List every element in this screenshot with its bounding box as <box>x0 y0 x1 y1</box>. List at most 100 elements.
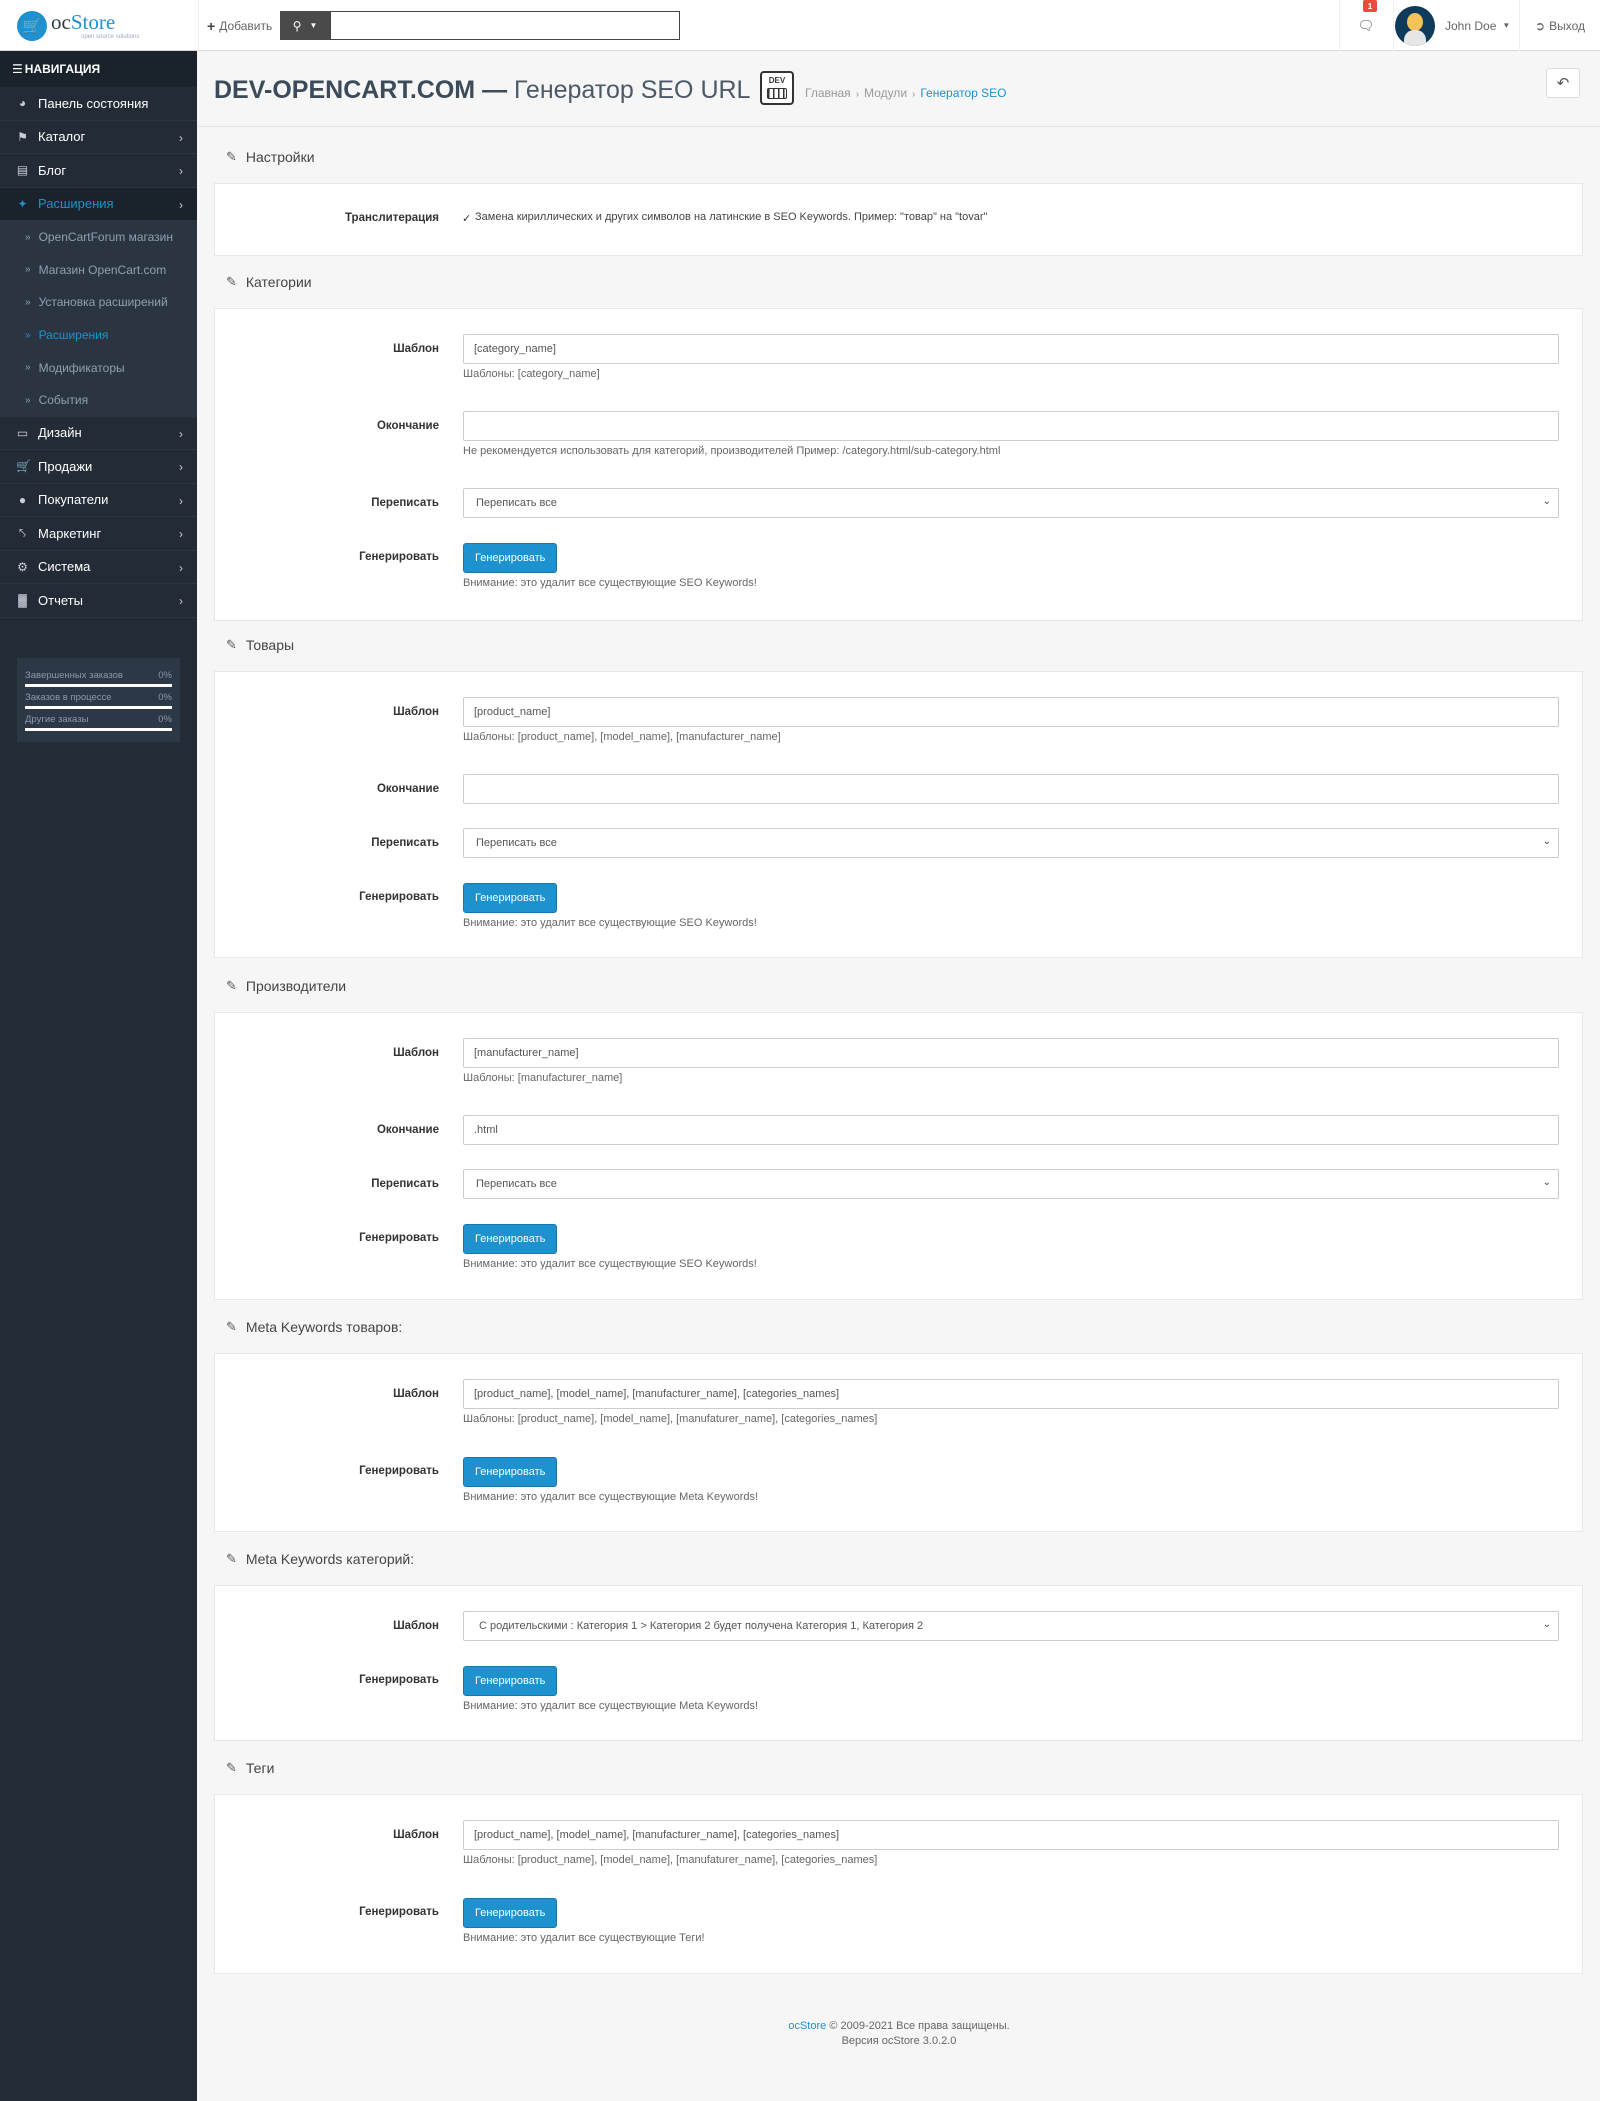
meta-categories-template-select[interactable]: С родительскими : Категория 1 > Категори… <box>463 1611 1559 1641</box>
sidebar-item-marketing[interactable]: ⤣ Маркетинг › <box>0 517 197 551</box>
category-rewrite-select[interactable]: Переписать все ⌄ <box>463 488 1559 518</box>
sidebar-item-system[interactable]: ⚙ Система › <box>0 551 197 585</box>
tags-template-input[interactable] <box>463 1820 1559 1850</box>
category-template-help: Шаблоны: [category_name] <box>463 368 600 380</box>
sidebar-subitem-installer[interactable]: » Установка расширений <box>0 286 197 319</box>
manufacturer-template-help: Шаблоны: [manufacturer_name] <box>463 1072 623 1084</box>
logo-store-text: Store <box>70 10 116 34</box>
sidebar-subitem-events[interactable]: » События <box>0 383 197 417</box>
chevron-right-icon: › <box>179 527 183 542</box>
chevron-right-icon: › <box>179 460 183 475</box>
chevron-right-icon: › <box>179 560 183 575</box>
chevron-right-icon: › <box>179 426 183 441</box>
logout-label: Выход <box>1549 18 1585 33</box>
caret-down-icon: ▼ <box>1502 21 1511 30</box>
search-type-button[interactable]: ⚲ ▼ <box>280 11 330 40</box>
manufacturers-panel: ✎ Производители Шаблон Шаблоны: [manufac… <box>214 960 1583 1300</box>
breadcrumb-home[interactable]: Главная <box>805 86 851 100</box>
page-header: DEV-OPENCART.COM — Генератор SEO URL DEV… <box>198 51 1600 127</box>
meta-products-template-help: Шаблоны: [product_name], [model_name], [… <box>463 1413 878 1425</box>
cart-logo-icon: 🛒 <box>17 11 47 41</box>
page-title-brand: DEV-OPENCART.COM — <box>214 76 508 104</box>
reply-icon: ↶ <box>1556 75 1570 92</box>
footer: ocStore © 2009-2021 Все права защищены. … <box>198 2019 1600 2049</box>
panel-title: Категории <box>245 274 312 290</box>
translit-checkbox[interactable]: ✓ <box>462 212 472 225</box>
angle-double-right-icon: » <box>25 231 31 243</box>
footer-brand-link[interactable]: ocStore <box>788 2020 826 2032</box>
logout-link[interactable]: ➲ Выход <box>1520 0 1600 51</box>
sidebar-item-catalog[interactable]: ⚑ Каталог › <box>0 121 197 154</box>
avatar <box>1395 5 1435 46</box>
logo[interactable]: 🛒 ocStore open source solutions <box>17 11 139 41</box>
category-template-input[interactable] <box>463 334 1559 364</box>
angle-double-right-icon: » <box>25 296 31 308</box>
meta-categories-generate-button[interactable]: Генерировать <box>463 1666 558 1696</box>
template-label: Шаблон <box>393 1047 439 1059</box>
sidebar-subitem-opencart-store[interactable]: » Магазин OpenCart.com <box>0 253 197 287</box>
tags-template-help: Шаблоны: [product_name], [model_name], [… <box>463 1854 878 1866</box>
nav-title[interactable]: ☰ НАВИГАЦИЯ <box>0 51 197 87</box>
sidebar-item-design[interactable]: ▭ Дизайн › <box>0 417 197 451</box>
stat-progress-bar <box>25 705 172 709</box>
meta-products-generate-button[interactable]: Генерировать <box>463 1457 558 1487</box>
manufacturer-generate-button[interactable]: Генерировать <box>463 1224 558 1254</box>
meta-products-panel: ✎ Meta Keywords товаров: Шаблон Шаблоны:… <box>214 1301 1583 1532</box>
dev-logo-text: DEV <box>768 76 786 85</box>
panel-title: Meta Keywords товаров: <box>245 1319 403 1335</box>
pencil-icon: ✎ <box>226 149 237 164</box>
search-input[interactable] <box>330 11 680 40</box>
add-button[interactable]: + Добавить <box>198 0 272 51</box>
sidebar-item-reports[interactable]: ▓ Отчеты › <box>0 584 197 618</box>
sidebar-item-dashboard[interactable]: ◕ Панель состояния <box>0 87 197 121</box>
category-generate-button[interactable]: Генерировать <box>463 543 558 573</box>
sidebar-item-customers[interactable]: ● Покупатели › <box>0 484 197 518</box>
manufacturer-rewrite-select[interactable]: Переписать все ⌄ <box>463 1169 1559 1199</box>
pencil-icon: ✎ <box>226 274 237 289</box>
product-rewrite-select[interactable]: Переписать все ⌄ <box>463 828 1559 858</box>
product-generate-button[interactable]: Генерировать <box>463 883 558 913</box>
stat-label: Другие заказы <box>25 713 89 725</box>
tags-generate-button[interactable]: Генерировать <box>463 1898 558 1928</box>
user-menu[interactable]: John Doe ▼ <box>1395 0 1510 51</box>
search-icon: ⚲ <box>292 18 302 33</box>
sidebar-subitem-modifications[interactable]: » Модификаторы <box>0 351 197 384</box>
back-button[interactable]: ↶ <box>1546 68 1580 98</box>
sidebar-item-label: Продажи <box>38 458 93 474</box>
panel-title: Товары <box>245 637 295 653</box>
top-header: 🛒 ocStore open source solutions + Добави… <box>0 0 1600 51</box>
sidebar-subitem-extensions[interactable]: » Расширения <box>0 318 197 352</box>
generate-label: Генерировать <box>359 1232 439 1244</box>
manufacturer-template-input[interactable] <box>463 1038 1559 1068</box>
manufacturer-warning: Внимание: это удалит все существующие SE… <box>463 1258 757 1270</box>
pencil-icon: ✎ <box>226 637 237 652</box>
sidebar-item-label: Блог <box>38 162 67 178</box>
sidebar-item-label: Покупатели <box>38 492 109 508</box>
page-title: DEV-OPENCART.COM — Генератор SEO URL <box>214 76 750 105</box>
product-warning: Внимание: это удалит все существующие SE… <box>463 917 757 929</box>
sign-out-icon: ➲ <box>1535 18 1546 33</box>
sidebar-subitem-ocforum[interactable]: » OpenCartForum магазин <box>0 221 197 254</box>
sidebar-item-blog[interactable]: ▤ Блог › <box>0 154 197 188</box>
caret-down-icon: ▼ <box>309 21 318 30</box>
logo-oc-text: oc <box>51 10 71 34</box>
sidebar-item-sales[interactable]: 🛒 Продажи › <box>0 450 197 484</box>
rewrite-label: Переписать <box>371 837 439 849</box>
cog-icon: ⚙ <box>17 559 28 574</box>
angle-double-right-icon: » <box>25 394 31 406</box>
stat-label: Заказов в процессе <box>25 691 112 703</box>
sidebar-item-extensions[interactable]: ✦ Расширения › <box>0 187 197 221</box>
translit-label: Транслитерация <box>344 212 439 224</box>
category-ending-input[interactable] <box>463 411 1559 441</box>
manufacturer-ending-input[interactable] <box>463 1115 1559 1145</box>
breadcrumb-modules[interactable]: Модули <box>864 86 907 100</box>
breadcrumb-current[interactable]: Генератор SEO <box>920 86 1006 100</box>
rewrite-label: Переписать <box>371 497 439 509</box>
angle-double-right-icon: » <box>25 264 31 276</box>
meta-products-template-input[interactable] <box>463 1379 1559 1409</box>
translit-text: Замена кириллических и других символов н… <box>475 211 988 223</box>
sidebar: ☰ НАВИГАЦИЯ ◕ Панель состояния ⚑ Каталог… <box>0 51 197 2101</box>
settings-panel: ✎ Настройки Транслитерация ✓ Замена кирил… <box>214 131 1583 256</box>
product-ending-input[interactable] <box>463 774 1559 804</box>
product-template-input[interactable] <box>463 697 1559 727</box>
